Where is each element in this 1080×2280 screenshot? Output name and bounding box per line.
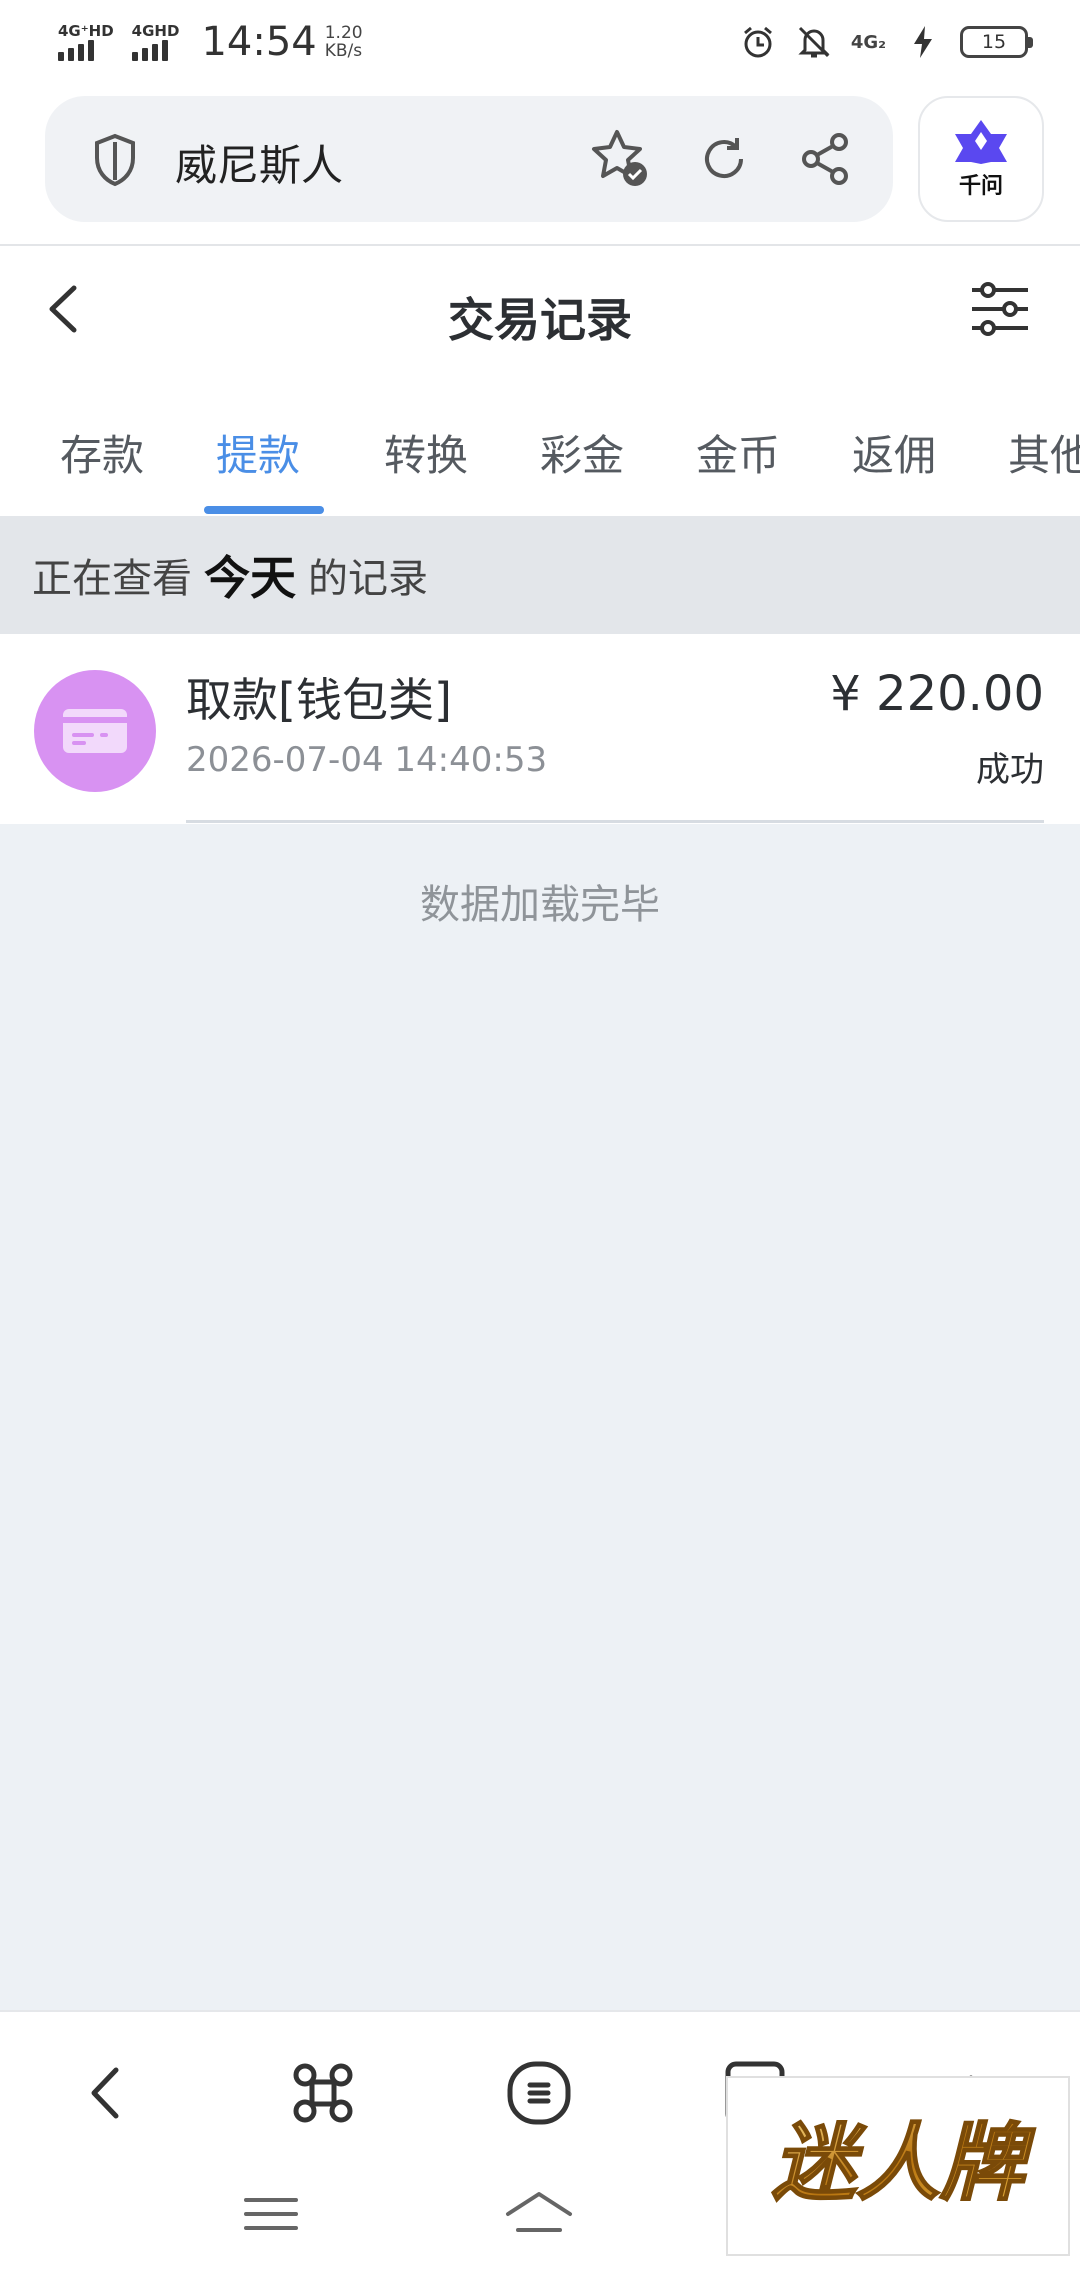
alarm-icon bbox=[739, 23, 777, 61]
page-header: 交易记录 bbox=[0, 246, 1080, 374]
url-text[interactable]: 威尼斯人 bbox=[175, 132, 343, 193]
viewing-suffix: 的记录 bbox=[308, 556, 428, 602]
menu-circle-icon bbox=[507, 2061, 571, 2125]
status-bar: 4G⁺HD 4GHD 14:54 1.20 KB/s 4G₂ 15 bbox=[0, 0, 1080, 84]
command-menu-button[interactable] bbox=[288, 2058, 358, 2128]
browser-bar: 威尼斯人 千问 bbox=[0, 84, 1080, 244]
battery-level: 15 bbox=[981, 31, 1007, 53]
net-speed-unit: KB/s bbox=[324, 41, 363, 61]
record-type: 取款[钱包类] bbox=[186, 673, 452, 727]
record-status: 成功 bbox=[976, 750, 1044, 790]
share-icon[interactable] bbox=[793, 126, 859, 192]
network-4g-label: 4G₂ bbox=[850, 31, 886, 53]
tab-withdraw[interactable]: 提款 bbox=[216, 422, 300, 483]
list-item[interactable]: 取款[钱包类] 2026-07-04 14:40:53 ¥ 220.00 成功 bbox=[0, 634, 1080, 824]
tab-coins[interactable]: 金币 bbox=[696, 422, 780, 483]
battery-indicator: 15 bbox=[960, 26, 1033, 58]
category-tabs: 存款 提款 转换 彩金 金币 返佣 其他 bbox=[0, 374, 1080, 516]
record-amount: ¥ 220.00 bbox=[830, 666, 1044, 722]
divider bbox=[186, 820, 1044, 823]
qianwen-assistant-button[interactable]: 千问 bbox=[918, 96, 1044, 222]
page-title: 交易记录 bbox=[448, 293, 632, 347]
signal-bars-icon bbox=[131, 39, 168, 61]
hamburger-icon bbox=[244, 2198, 298, 2230]
watermark-logo: 迷人牌 bbox=[726, 2076, 1070, 2256]
signal-1: 4G⁺HD bbox=[58, 23, 114, 61]
record-datetime: 2026-07-04 14:40:53 bbox=[186, 740, 548, 780]
filter-button[interactable] bbox=[968, 276, 1032, 342]
qianwen-label: 千问 bbox=[958, 174, 1003, 199]
system-recents-button[interactable] bbox=[236, 2184, 306, 2244]
signal-2: 4GHD bbox=[131, 22, 180, 61]
command-icon bbox=[293, 2063, 353, 2123]
chevron-left-icon bbox=[91, 2067, 119, 2119]
status-time: 14:54 bbox=[201, 19, 317, 65]
sliders-icon bbox=[972, 282, 1028, 336]
home-icon bbox=[506, 2192, 572, 2232]
menu-button[interactable] bbox=[504, 2058, 574, 2128]
card-icon bbox=[34, 670, 156, 792]
refresh-icon[interactable] bbox=[691, 126, 757, 192]
mute-bell-icon bbox=[795, 23, 833, 61]
shield-icon[interactable] bbox=[89, 132, 141, 188]
charging-icon bbox=[904, 23, 942, 61]
tab-transfer[interactable]: 转换 bbox=[384, 422, 468, 483]
qianwen-logo-icon bbox=[955, 120, 1007, 164]
signal-1-label: 4G⁺HD bbox=[58, 22, 114, 40]
net-speed: 1.20 KB/s bbox=[325, 24, 363, 60]
signal-bars-icon bbox=[58, 39, 94, 61]
viewing-period: 今天 bbox=[204, 551, 296, 605]
viewing-period-bar: 正在查看 今天 的记录 bbox=[0, 516, 1080, 634]
svg-text:迷人牌: 迷人牌 bbox=[772, 2114, 1036, 2212]
tab-other[interactable]: 其他 bbox=[1008, 422, 1080, 483]
tab-bonus[interactable]: 彩金 bbox=[540, 422, 624, 483]
viewing-prefix: 正在查看 bbox=[32, 556, 192, 602]
bookmark-star-icon[interactable] bbox=[587, 126, 653, 192]
signal-2-label: 4GHD bbox=[131, 22, 180, 40]
address-bar[interactable]: 威尼斯人 bbox=[45, 96, 893, 222]
system-home-button[interactable] bbox=[504, 2184, 574, 2244]
list-end-message: 数据加载完毕 bbox=[420, 882, 660, 928]
active-tab-indicator bbox=[204, 506, 324, 514]
back-nav-button[interactable] bbox=[72, 2058, 142, 2128]
tab-deposit[interactable]: 存款 bbox=[60, 422, 144, 483]
net-speed-value: 1.20 bbox=[324, 23, 363, 43]
tab-rebate[interactable]: 返佣 bbox=[852, 422, 936, 483]
